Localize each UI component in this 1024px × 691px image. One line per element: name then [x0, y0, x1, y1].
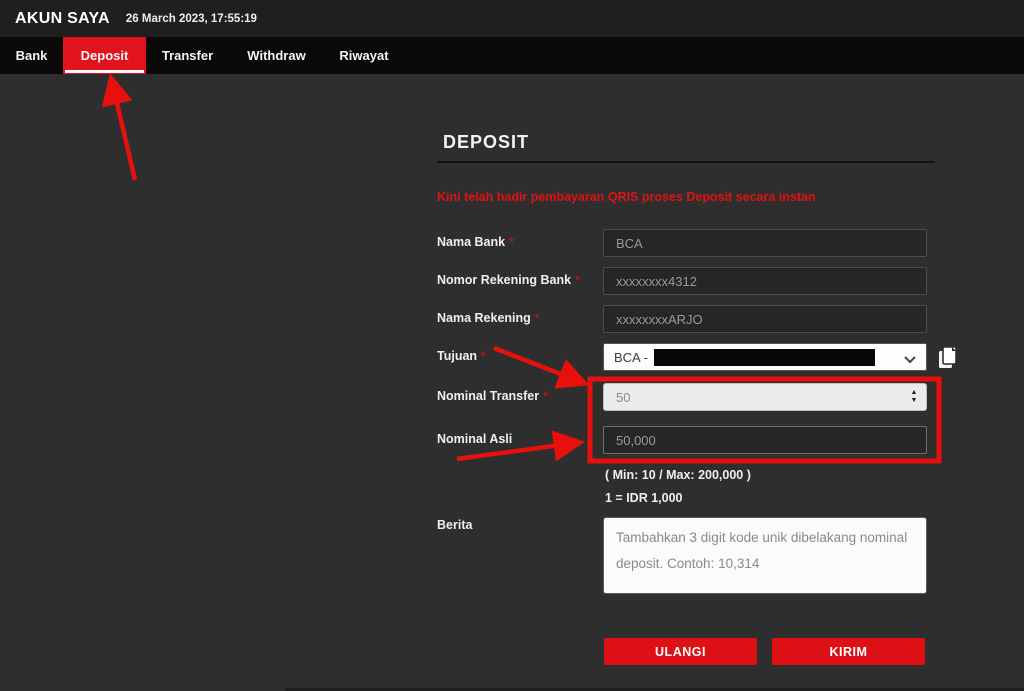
- arrow-to-nominal-transfer: [494, 348, 581, 382]
- ulangi-button[interactable]: ULANGI: [604, 638, 757, 665]
- nomor-rekening-label: Nomor Rekening Bank*: [437, 273, 580, 287]
- tab-bank[interactable]: Bank: [0, 37, 63, 74]
- title-divider: [437, 161, 935, 163]
- datetime-display: 26 March 2023, 17:55:19: [126, 13, 257, 25]
- spinner-up-icon[interactable]: ▲: [911, 389, 918, 397]
- top-header: AKUN SAYA 26 March 2023, 17:55:19: [0, 0, 1024, 37]
- chevron-down-icon: [904, 352, 916, 367]
- tab-withdraw[interactable]: Withdraw: [229, 37, 324, 74]
- min-max-note: ( Min: 10 / Max: 200,000 ): [605, 468, 751, 482]
- nominal-asli-label: Nominal Asli: [437, 432, 512, 446]
- required-asterisk: *: [543, 389, 548, 403]
- nama-bank-label: Nama Bank*: [437, 235, 514, 249]
- main-nav: Bank Deposit Transfer Withdraw Riwayat: [0, 37, 1024, 74]
- berita-label: Berita: [437, 518, 472, 532]
- tujuan-label: Tujuan*: [437, 349, 486, 363]
- required-asterisk: *: [535, 311, 540, 325]
- nominal-transfer-label: Nominal Transfer*: [437, 389, 548, 403]
- nominal-asli-input[interactable]: [603, 426, 927, 454]
- berita-textarea[interactable]: [603, 517, 927, 594]
- arrow-to-deposit-tab: [112, 82, 135, 180]
- qris-promo-text: Kini telah hadir pembayaran QRIS proses …: [437, 190, 957, 204]
- required-asterisk: *: [481, 349, 486, 363]
- tab-deposit[interactable]: Deposit: [63, 37, 146, 74]
- redaction-bar: [654, 349, 875, 366]
- tujuan-select[interactable]: BCA -: [603, 343, 927, 371]
- copy-icon[interactable]: [936, 344, 960, 372]
- app-title: AKUN SAYA: [15, 10, 110, 28]
- page-title: DEPOSIT: [443, 132, 529, 153]
- conversion-note: 1 = IDR 1,000: [605, 491, 682, 505]
- tab-riwayat[interactable]: Riwayat: [324, 37, 404, 74]
- tujuan-selected-value: BCA -: [614, 350, 648, 365]
- required-asterisk: *: [509, 235, 514, 249]
- spinner-down-icon[interactable]: ▼: [911, 397, 918, 405]
- number-spinner[interactable]: ▲ ▼: [907, 386, 921, 408]
- tab-transfer[interactable]: Transfer: [146, 37, 229, 74]
- kirim-button[interactable]: KIRIM: [772, 638, 925, 665]
- nomor-rekening-input[interactable]: [603, 267, 927, 295]
- nama-bank-input[interactable]: [603, 229, 927, 257]
- nama-rekening-label: Nama Rekening*: [437, 311, 539, 325]
- nominal-transfer-input[interactable]: [603, 383, 927, 411]
- required-asterisk: *: [575, 273, 580, 287]
- account-deposit-screen: AKUN SAYA 26 March 2023, 17:55:19 Bank D…: [0, 0, 1024, 691]
- nama-rekening-input[interactable]: [603, 305, 927, 333]
